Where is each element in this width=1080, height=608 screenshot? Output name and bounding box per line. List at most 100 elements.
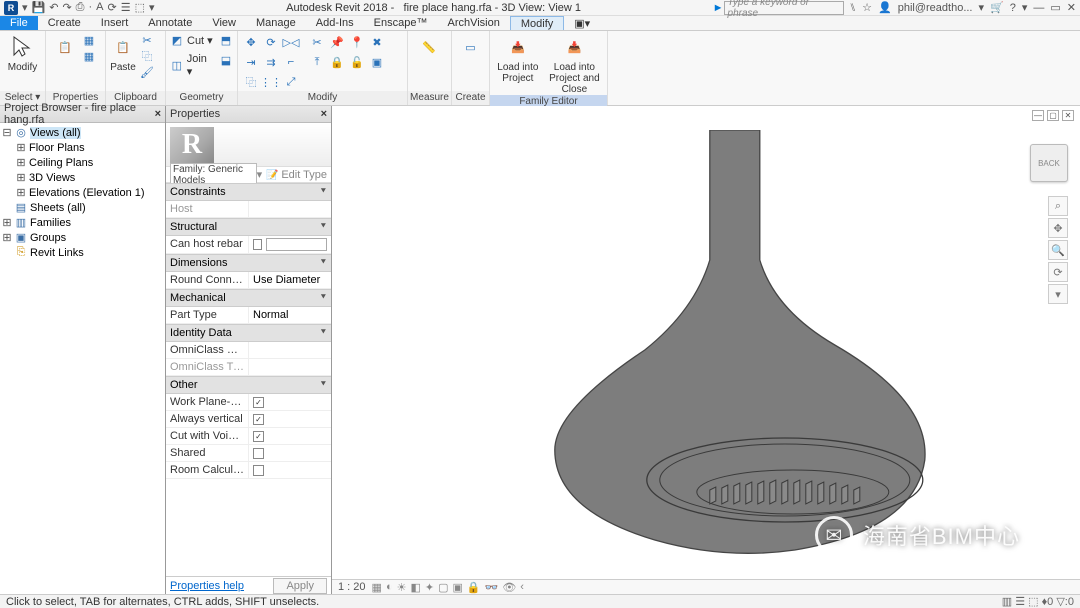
visual-style-icon[interactable]: ◐ [386,581,393,594]
pin-icon[interactable]: 📌 [328,33,346,51]
qat-save-icon[interactable]: 💾 [32,1,46,14]
family-types-button[interactable]: ▦ [82,49,96,63]
paste-button[interactable]: 📋 Paste [110,33,136,73]
rebar-checkbox[interactable] [253,239,262,250]
tree-elevations[interactable]: Elevations (Elevation 1) [29,187,145,199]
collapse-icon[interactable]: ⊟ [2,126,12,139]
view-close-icon[interactable]: ✕ [1062,110,1074,121]
tab-archvision[interactable]: ArchVision [437,16,509,30]
cut-geom-button[interactable]: ◩Cut ▾ [170,33,215,47]
tab-insert[interactable]: Insert [91,16,139,30]
tab-annotate[interactable]: Annotate [138,16,202,30]
room-checkbox[interactable] [253,465,264,476]
delete-icon[interactable]: ✖ [368,33,386,51]
tab-enscape[interactable]: Enscape™ [364,16,438,30]
edit-type-button[interactable]: 📝 Edit Type [266,169,327,181]
parttype-value[interactable]: Normal [248,307,331,323]
cvw-checkbox[interactable]: ✓ [253,431,264,442]
tab-addins[interactable]: Add-Ins [306,16,364,30]
project-browser-tree[interactable]: ⊟◎Views (all) ⊞Floor Plans ⊞Ceiling Plan… [0,123,165,594]
render-icon[interactable]: ✦ [425,581,434,594]
project-browser-header[interactable]: Project Browser - fire place hang.rfa × [0,106,165,123]
tab-view[interactable]: View [202,16,246,30]
copy-icon[interactable]: ⿻ [242,73,260,91]
star-icon[interactable]: ☆ [862,1,872,14]
match-button[interactable]: 🖌 [140,65,154,79]
cat-structural[interactable]: Structural⯆ [166,218,331,236]
tree-floorplans[interactable]: Floor Plans [29,142,85,154]
type-properties-button[interactable]: ▦ [82,33,96,47]
crop-region-icon[interactable]: ▣ [453,581,463,594]
view-control-bar[interactable]: 1 : 20 ▦ ◐ ☀ ◧ ✦ ▢ ▣ 🔒 👓 👁 ‹ [332,579,1080,594]
viewport-3d[interactable]: — ▢ ✕ BACK ⌕ ✥ 🔍 ⟳ ▾ [332,106,1080,594]
tree-groups[interactable]: Groups [30,232,66,244]
properties-help-link[interactable]: Properties help [170,580,244,592]
properties-button[interactable]: 📋 [50,33,80,61]
close-button[interactable]: ✕ [1067,1,1076,14]
qat-icon[interactable]: A [96,1,103,14]
nav-drop-icon[interactable]: ▾ [1048,284,1068,304]
qat-print-icon[interactable]: ⎙ [76,1,85,14]
reveal-icon[interactable]: 👁 [502,581,516,594]
rotate-icon[interactable]: ⟳ [262,33,280,51]
join-geom-button[interactable]: ◫Join ▾ [170,53,215,78]
view-max-icon[interactable]: ▢ [1047,110,1059,121]
align-icon[interactable]: ⇥ [242,53,260,71]
apply-button[interactable]: Apply [273,578,327,594]
tab-manage[interactable]: Manage [246,16,306,30]
subscription-icon[interactable]: ⑊ [850,2,857,14]
rebar-field[interactable] [266,238,327,251]
nav-orbit-icon[interactable]: ⟳ [1048,262,1068,282]
cat-mechanical[interactable]: Mechanical⯆ [166,289,331,307]
more-icon[interactable]: ‹ [520,581,524,594]
search-input[interactable]: Type a keyword or phrase [724,1,844,15]
viewcube[interactable]: BACK [1030,144,1068,182]
cut-button[interactable]: ✂ [140,33,154,47]
unlock-icon[interactable]: 🔓 [348,53,366,71]
expand-icon[interactable]: ⊞ [2,216,12,229]
minimize-button[interactable]: — [1033,2,1044,14]
shared-checkbox[interactable] [253,448,264,459]
tree-sheets[interactable]: Sheets (all) [30,202,86,214]
nav-zoom-icon[interactable]: 🔍 [1048,240,1068,260]
tab-modify[interactable]: Modify [510,16,564,30]
tree-views[interactable]: Views (all) [30,127,81,139]
tree-3dviews[interactable]: 3D Views [29,172,75,184]
qat-icon[interactable]: ⬚ [135,1,145,14]
expand-icon[interactable]: ⊞ [16,156,26,169]
crop-icon[interactable]: ▢ [438,581,448,594]
load-into-project-button[interactable]: 📥 Load into Project [494,33,542,84]
qat-redo-icon[interactable]: ↷ [62,1,71,14]
help-drop-icon[interactable]: ▾ [1022,1,1028,14]
group-icon[interactable]: ▣ [368,53,386,71]
qat-undo-icon[interactable]: ↶ [49,1,58,14]
cart-icon[interactable]: 🛒 [990,1,1004,14]
copy-button[interactable]: ⿻ [140,49,154,63]
qat-open-icon[interactable]: ▾ [22,1,28,14]
close-icon[interactable]: × [155,108,161,120]
split-face-button[interactable]: ⬓ [219,53,233,67]
tab-file[interactable]: File [0,16,38,30]
properties-header[interactable]: Properties × [166,106,331,123]
lock-icon[interactable]: 🔒 [328,53,346,71]
trim-icon[interactable]: ⌐ [282,53,300,71]
av-checkbox[interactable]: ✓ [253,414,264,425]
cope-button[interactable]: ⬒ [219,33,233,47]
cat-constraints[interactable]: Constraints⯆ [166,183,331,201]
user-label[interactable]: phil@readtho... [898,2,973,14]
move-icon[interactable]: ✥ [242,33,260,51]
load-and-close-button[interactable]: 📥 Load into Project and Close [546,33,603,95]
temp-hide-icon[interactable]: 👓 [485,581,499,594]
expand-icon[interactable]: ⊞ [16,171,26,184]
array-icon[interactable]: ⋮⋮ [262,73,280,91]
info-icon[interactable]: ► [713,2,724,14]
help-icon[interactable]: ? [1010,2,1016,14]
qat-icon[interactable]: ⟳ [108,1,117,14]
nav-pan-icon[interactable]: ✥ [1048,218,1068,238]
quick-access-toolbar[interactable]: ▾ 💾 ↶ ↷ ⎙ · A ⟳ ☰ ⬚ ▾ [22,1,155,14]
sun-path-icon[interactable]: ☀ [397,581,407,594]
mirror-icon[interactable]: ▷◁ [282,33,300,51]
view-min-icon[interactable]: — [1032,110,1044,121]
extend-icon[interactable]: ⤒ [308,53,326,71]
shadows-icon[interactable]: ◧ [410,581,420,594]
